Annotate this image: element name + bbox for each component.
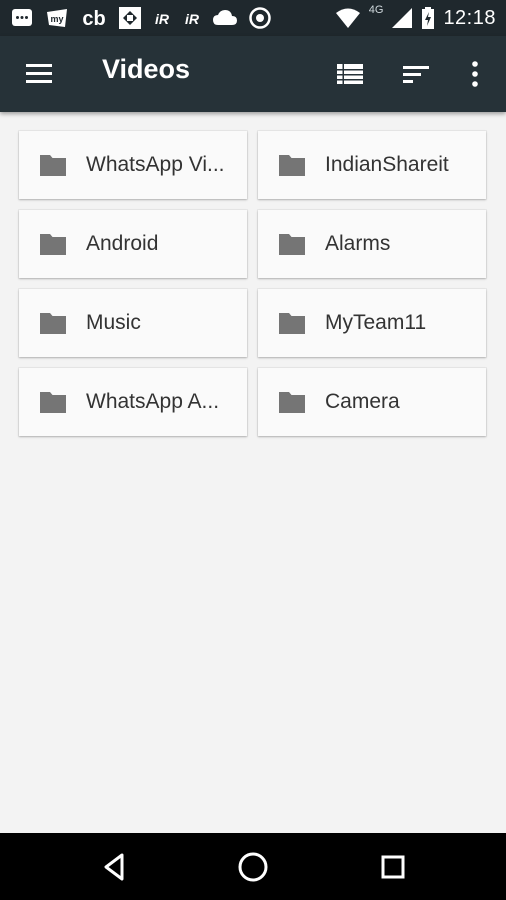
more-options-icon[interactable] [459,58,491,90]
folder-icon [279,234,305,255]
whatsapp-notification-icon [12,9,32,26]
folder-name: IndianShareit [325,153,449,176]
folder-icon [40,155,66,176]
folder-name: Android [86,232,159,255]
signal-icon [392,8,413,28]
folder-name: Music [86,311,141,334]
cb-notification-icon: cb [82,8,105,30]
home-icon[interactable] [236,850,270,884]
wifi-icon [335,8,360,28]
app-toolbar: Videos [0,36,506,112]
cloud-notification-icon [213,10,237,25]
recents-icon[interactable] [376,850,410,884]
folder-icon [40,234,66,255]
folder-icon [40,392,66,413]
folder-name: Camera [325,390,400,413]
folder-item[interactable]: Camera [258,368,486,436]
folder-name: WhatsApp Vi... [86,153,225,176]
sort-icon[interactable] [400,58,432,90]
back-icon[interactable] [97,850,131,884]
folder-item[interactable]: Music [19,289,247,357]
folder-icon [279,155,305,176]
folder-item[interactable]: IndianShareit [258,131,486,199]
folder-item[interactable]: WhatsApp Vi... [19,131,247,199]
status-time: 12:18 [443,6,496,29]
svg-text:cb: cb [82,8,105,30]
page-title: Videos [102,54,191,84]
folder-item[interactable]: MyTeam11 [258,289,486,357]
app-notification-icon [119,7,141,29]
battery-icon [422,7,435,29]
folder-icon [40,313,66,334]
sync-notification-icon [249,7,271,29]
network-type-label: 4G [368,4,384,16]
folder-name: Alarms [325,232,391,255]
status-bar: my cb iR iR 4G 12:18 [0,0,506,36]
folder-icon [279,313,305,334]
app-notification-icon: my [47,9,67,27]
navigation-bar [0,833,506,900]
svg-text:iR: iR [155,11,170,27]
list-view-icon[interactable] [334,58,366,90]
folder-name: WhatsApp A... [86,390,220,413]
system-icons: 4G 12:18 [335,4,496,30]
svg-text:my: my [50,14,63,24]
app-notification-icon: iR [155,11,170,27]
app-notification-icon: iR [185,11,200,27]
menu-icon[interactable] [22,58,58,90]
folder-icon [279,392,305,413]
folder-name: MyTeam11 [325,311,427,334]
folder-item[interactable]: WhatsApp A... [19,368,247,436]
svg-text:iR: iR [185,11,200,27]
notification-icons: my cb iR iR [10,6,272,30]
folder-item[interactable]: Android [19,210,247,278]
folder-item[interactable]: Alarms [258,210,486,278]
